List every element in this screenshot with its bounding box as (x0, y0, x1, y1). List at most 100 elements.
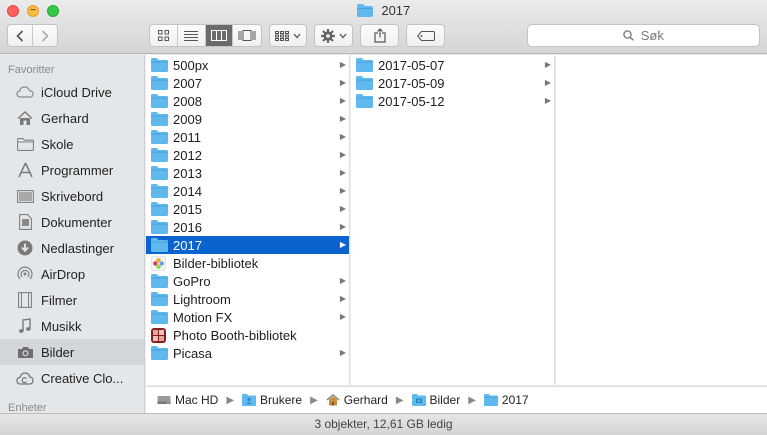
sidebar-item-dokumenter[interactable]: Dokumenter (0, 209, 144, 235)
search-input[interactable]: Søk (527, 24, 760, 47)
tag-button[interactable] (406, 24, 445, 47)
sidebar-item-skrivebord[interactable]: Skrivebord (0, 183, 144, 209)
list-item-label: GoPro (173, 273, 211, 289)
action-button[interactable] (314, 24, 353, 47)
airdrop-icon (17, 266, 33, 280)
sidebar-heading-favorites: Favoritter (8, 64, 55, 76)
users-folder-icon (242, 394, 257, 406)
path-separator-icon: ▶ (468, 394, 476, 406)
list-item-label: Bilder-bibliotek (173, 255, 259, 271)
list-item[interactable]: 2015 ▶ (146, 200, 349, 218)
icon-view-button[interactable] (150, 25, 178, 46)
sidebar-item-creative-cloud[interactable]: Creative Clo... (0, 365, 144, 391)
path-crumb-label: Gerhard (343, 393, 388, 407)
list-item-label: 2009 (173, 111, 202, 127)
disclosure-arrow-icon: ▶ (339, 240, 346, 249)
folder-icon (151, 310, 168, 324)
share-button[interactable] (360, 24, 399, 47)
window-title-wrap: 2017 (0, 3, 767, 18)
list-item[interactable]: 2017-05-07 ▶ (351, 56, 554, 74)
tag-icon (416, 30, 435, 41)
list-item[interactable]: 2017-05-09 ▶ (351, 74, 554, 92)
list-item[interactable]: 2009 ▶ (146, 110, 349, 128)
list-item-label: 2011 (173, 129, 201, 145)
list-item[interactable]: 2013 ▶ (146, 164, 349, 182)
list-item[interactable]: Lightroom ▶ (146, 290, 349, 308)
folder-icon (151, 166, 168, 180)
column-view-button[interactable] (205, 25, 234, 46)
folder-icon (356, 58, 373, 72)
back-button[interactable] (8, 25, 33, 46)
music-icon (19, 318, 31, 333)
disclosure-arrow-icon: ▶ (544, 60, 551, 69)
sidebar-item-filmer[interactable]: Filmer (0, 287, 144, 313)
list-item[interactable]: 2016 ▶ (146, 218, 349, 236)
sidebar-item-label: Gerhard (41, 110, 89, 126)
status-text: 3 objekter, 12,61 GB ledig (314, 417, 453, 431)
arrange-icon (275, 30, 289, 41)
sidebar-heading-devices: Enheter (8, 402, 47, 413)
path-crumb-label: Brukere (260, 393, 303, 407)
path-crumb-mac-hd[interactable]: Mac HD (157, 393, 218, 407)
pictures-folder-icon (411, 394, 426, 406)
list-item[interactable]: 2007 ▶ (146, 74, 349, 92)
grid-icon (157, 30, 169, 41)
sidebar-item-airdrop[interactable]: AirDrop (0, 261, 144, 287)
folder-icon (151, 94, 168, 108)
list-item[interactable]: 500px ▶ (146, 56, 349, 74)
list-item[interactable]: 2011 ▶ (146, 128, 349, 146)
camera-icon (17, 346, 33, 358)
path-crumb-2017[interactable]: 2017 (483, 393, 529, 407)
list-item[interactable]: GoPro ▶ (146, 272, 349, 290)
sidebar-item-icloud-drive[interactable]: iCloud Drive (0, 79, 144, 105)
sidebar-item-programmer[interactable]: Programmer (0, 157, 144, 183)
list-item-label: 2014 (173, 183, 202, 199)
disclosure-arrow-icon: ▶ (339, 294, 346, 303)
arrange-button[interactable] (269, 24, 307, 47)
list-item-label: Picasa (173, 345, 213, 361)
folder-icon (151, 58, 168, 72)
path-crumb-brukere[interactable]: Brukere (242, 393, 302, 407)
list-item[interactable]: Photo Booth-bibliotek (146, 326, 349, 344)
folder-icon (151, 238, 168, 252)
search-placeholder: Søk (640, 28, 664, 43)
list-item-label: 2017 (173, 237, 202, 253)
sidebar-item-nedlastinger[interactable]: Nedlastinger (0, 235, 144, 261)
sidebar-item-skole[interactable]: Skole (0, 131, 144, 157)
list-item[interactable]: 2014 ▶ (146, 182, 349, 200)
forward-button[interactable] (33, 25, 57, 46)
home-icon (17, 110, 33, 125)
cloud-icon (16, 86, 34, 98)
folder-icon (151, 184, 168, 198)
list-item[interactable]: Bilder-bibliotek (146, 254, 349, 272)
download-icon (17, 240, 33, 256)
list-icon (184, 30, 199, 41)
sidebar-item-label: Skrivebord (41, 188, 104, 204)
list-item[interactable]: Motion FX ▶ (146, 308, 349, 326)
list-item-selected[interactable]: 2017 ▶ (146, 236, 349, 254)
folder-icon (151, 346, 168, 360)
list-view-button[interactable] (178, 25, 206, 46)
cover-flow-icon (238, 30, 256, 41)
folder-icon (151, 148, 168, 162)
sidebar-item-gerhard[interactable]: Gerhard (0, 105, 144, 131)
desktop-icon (16, 189, 34, 203)
sidebar-item-bilder[interactable]: Bilder (0, 339, 144, 365)
path-crumb-gerhard[interactable]: Gerhard (326, 393, 388, 407)
disclosure-arrow-icon: ▶ (339, 60, 346, 69)
disclosure-arrow-icon: ▶ (339, 150, 346, 159)
path-crumb-bilder[interactable]: Bilder (411, 393, 460, 407)
disclosure-arrow-icon: ▶ (339, 114, 346, 123)
list-item[interactable]: 2008 ▶ (146, 92, 349, 110)
list-item[interactable]: Picasa ▶ (146, 344, 349, 362)
list-item[interactable]: 2012 ▶ (146, 146, 349, 164)
gallery-view-button[interactable] (233, 25, 261, 46)
gear-icon (320, 28, 335, 43)
folder-icon (483, 394, 498, 406)
disclosure-arrow-icon: ▶ (339, 204, 346, 213)
disclosure-arrow-icon: ▶ (544, 96, 551, 105)
sidebar-item-musikk[interactable]: Musikk (0, 313, 144, 339)
list-item[interactable]: 2017-05-12 ▶ (351, 92, 554, 110)
home-icon (326, 394, 340, 406)
disclosure-arrow-icon: ▶ (339, 222, 346, 231)
